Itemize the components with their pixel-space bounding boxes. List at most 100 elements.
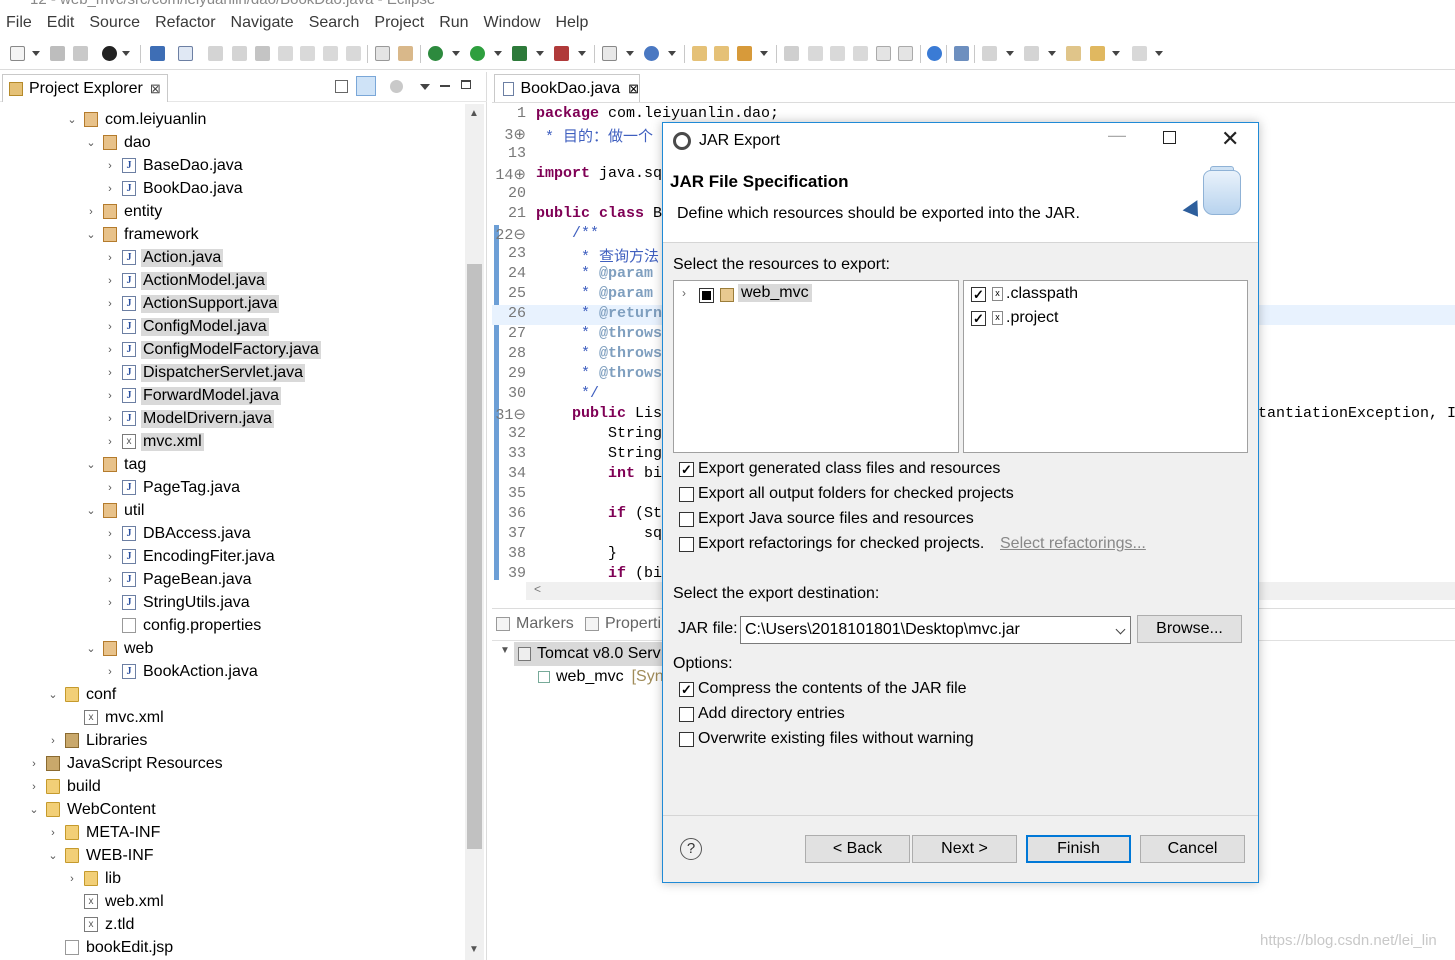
tree-item[interactable]: › lib [66,867,123,890]
tree-item[interactable]: › J Action.java [104,246,224,269]
close-icon[interactable]: ⊠ [628,81,639,97]
back-icon[interactable] [1090,46,1105,61]
chevron-right-icon[interactable]: › [104,666,116,678]
chevron-down-icon[interactable]: ⌄ [28,803,40,816]
step-return-icon[interactable] [346,46,361,61]
tree-item[interactable]: ⌄ WEB-INF [47,844,156,867]
tab-markers[interactable]: Markers [496,615,574,633]
resource-tree[interactable]: › web_mvc [673,280,959,453]
tree-item[interactable]: › Libraries [47,729,149,752]
chevron-right-icon[interactable]: › [104,275,116,287]
close-icon[interactable]: ⊠ [150,81,161,97]
tree-item[interactable]: › J DBAccess.java [104,522,253,545]
open-project-icon[interactable] [692,46,707,61]
chevron-down-icon[interactable]: ⌄ [85,228,97,241]
debug-config-icon[interactable] [102,46,117,61]
open-folder-icon[interactable] [714,46,729,61]
save-all-icon[interactable] [73,46,88,61]
scrollbar-thumb[interactable] [467,264,482,849]
chevron-down-icon[interactable] [494,51,502,56]
tree-item[interactable]: ⌄ dao [85,131,153,154]
toggle-icon[interactable] [830,46,845,61]
next-annotation-icon[interactable] [982,46,997,61]
scroll-up-icon[interactable]: ▲ [469,108,479,119]
highlight-icon[interactable] [808,46,823,61]
chevron-down-icon[interactable]: ⌄ [47,849,59,862]
tree-item[interactable]: › entity [85,200,164,223]
new-server-icon[interactable] [602,46,617,61]
next-button[interactable]: Next > [912,835,1017,863]
tree-item[interactable]: › x mvc.xml [104,430,204,453]
overwrite-label[interactable]: Overwrite existing files without warning [698,730,974,748]
select-refactorings-link[interactable]: Select refactorings... [1000,535,1146,553]
server-project-item[interactable]: web_mvc [Syn [538,665,664,689]
minimize-icon[interactable] [440,85,450,87]
export-refactorings-label[interactable]: Export refactorings for checked projects… [698,535,984,553]
back-button[interactable]: < Back [805,835,910,863]
resume-icon[interactable] [208,46,223,61]
external-tools-icon[interactable] [554,46,569,61]
classpath-checkbox[interactable] [971,287,986,302]
step-over-icon[interactable] [323,46,338,61]
chevron-down-icon[interactable]: ⌄ [66,113,78,126]
terminal-icon[interactable] [150,46,165,61]
tree-item-web-mvc[interactable]: web_mvc [738,284,812,302]
chevron-right-icon[interactable]: › [104,436,116,448]
chevron-down-icon[interactable] [626,51,634,56]
chevron-right-icon[interactable]: › [682,286,686,300]
menu-window[interactable]: Window [484,14,541,32]
collapse-all-icon[interactable] [335,80,348,93]
compress-checkbox[interactable] [679,682,694,697]
menu-file[interactable]: File [6,14,32,32]
chevron-right-icon[interactable]: › [104,528,116,540]
chevron-right-icon[interactable]: › [104,551,116,563]
suspend-icon[interactable] [232,46,247,61]
tree-item[interactable]: › J StringUtils.java [104,591,252,614]
export-class-files-checkbox[interactable] [679,462,694,477]
chevron-right-icon[interactable]: › [104,597,116,609]
file-item-classpath[interactable]: .classpath [1006,285,1078,303]
export-class-files-label[interactable]: Export generated class files and resourc… [698,460,1000,478]
directory-entries-checkbox[interactable] [679,707,694,722]
debug-icon[interactable] [428,46,443,61]
cancel-button[interactable]: Cancel [1140,835,1245,863]
tree-item[interactable]: ⌄ tag [85,453,148,476]
tree-item[interactable]: › J BaseDao.java [104,154,245,177]
chevron-right-icon[interactable]: › [47,735,59,747]
chevron-right-icon[interactable]: › [104,252,116,264]
maximize-icon[interactable] [461,80,471,89]
new-java-class-icon[interactable] [644,46,659,61]
chevron-down-icon[interactable] [122,51,130,56]
minimize-icon[interactable]: — [1108,125,1126,146]
tree-item[interactable]: › J ConfigModel.java [104,315,269,338]
chevron-down-icon[interactable] [452,51,460,56]
chevron-right-icon[interactable]: › [47,827,59,839]
step-into-icon[interactable] [300,46,315,61]
finish-button[interactable]: Finish [1026,835,1131,863]
chevron-down-icon[interactable] [1112,51,1120,56]
tree-item[interactable]: › J ForwardModel.java [104,384,282,407]
tree-item[interactable]: ⌄ conf [47,683,118,706]
scroll-down-icon[interactable]: ▼ [469,944,479,955]
terminate-icon[interactable] [255,46,270,61]
chevron-down-icon[interactable] [1048,51,1056,56]
chevron-down-icon[interactable]: ⌄ [85,642,97,655]
tree-item[interactable]: › J ActionModel.java [104,269,267,292]
tree-item[interactable]: › JavaScript Resources [28,752,225,775]
chevron-right-icon[interactable]: › [104,160,116,172]
menu-help[interactable]: Help [555,14,588,32]
chevron-right-icon[interactable]: › [104,390,116,402]
tree-item[interactable]: ⌄ util [85,499,146,522]
tree-item[interactable]: › J ActionSupport.java [104,292,280,315]
coverage-icon[interactable] [512,46,527,61]
chevron-down-icon[interactable] [536,51,544,56]
forward-icon[interactable] [1132,46,1147,61]
compress-label[interactable]: Compress the contents of the JAR file [698,680,967,698]
tree-item[interactable]: bookEdit.jsp [47,936,175,959]
tree-item[interactable]: config.properties [104,614,263,637]
maximize-icon[interactable] [1163,131,1176,144]
menu-navigate[interactable]: Navigate [231,14,294,32]
file-list[interactable]: x .classpath x .project [963,280,1248,453]
disconnect-icon[interactable] [278,46,293,61]
tab-project-explorer[interactable]: Project Explorer ⊠ [2,74,168,102]
